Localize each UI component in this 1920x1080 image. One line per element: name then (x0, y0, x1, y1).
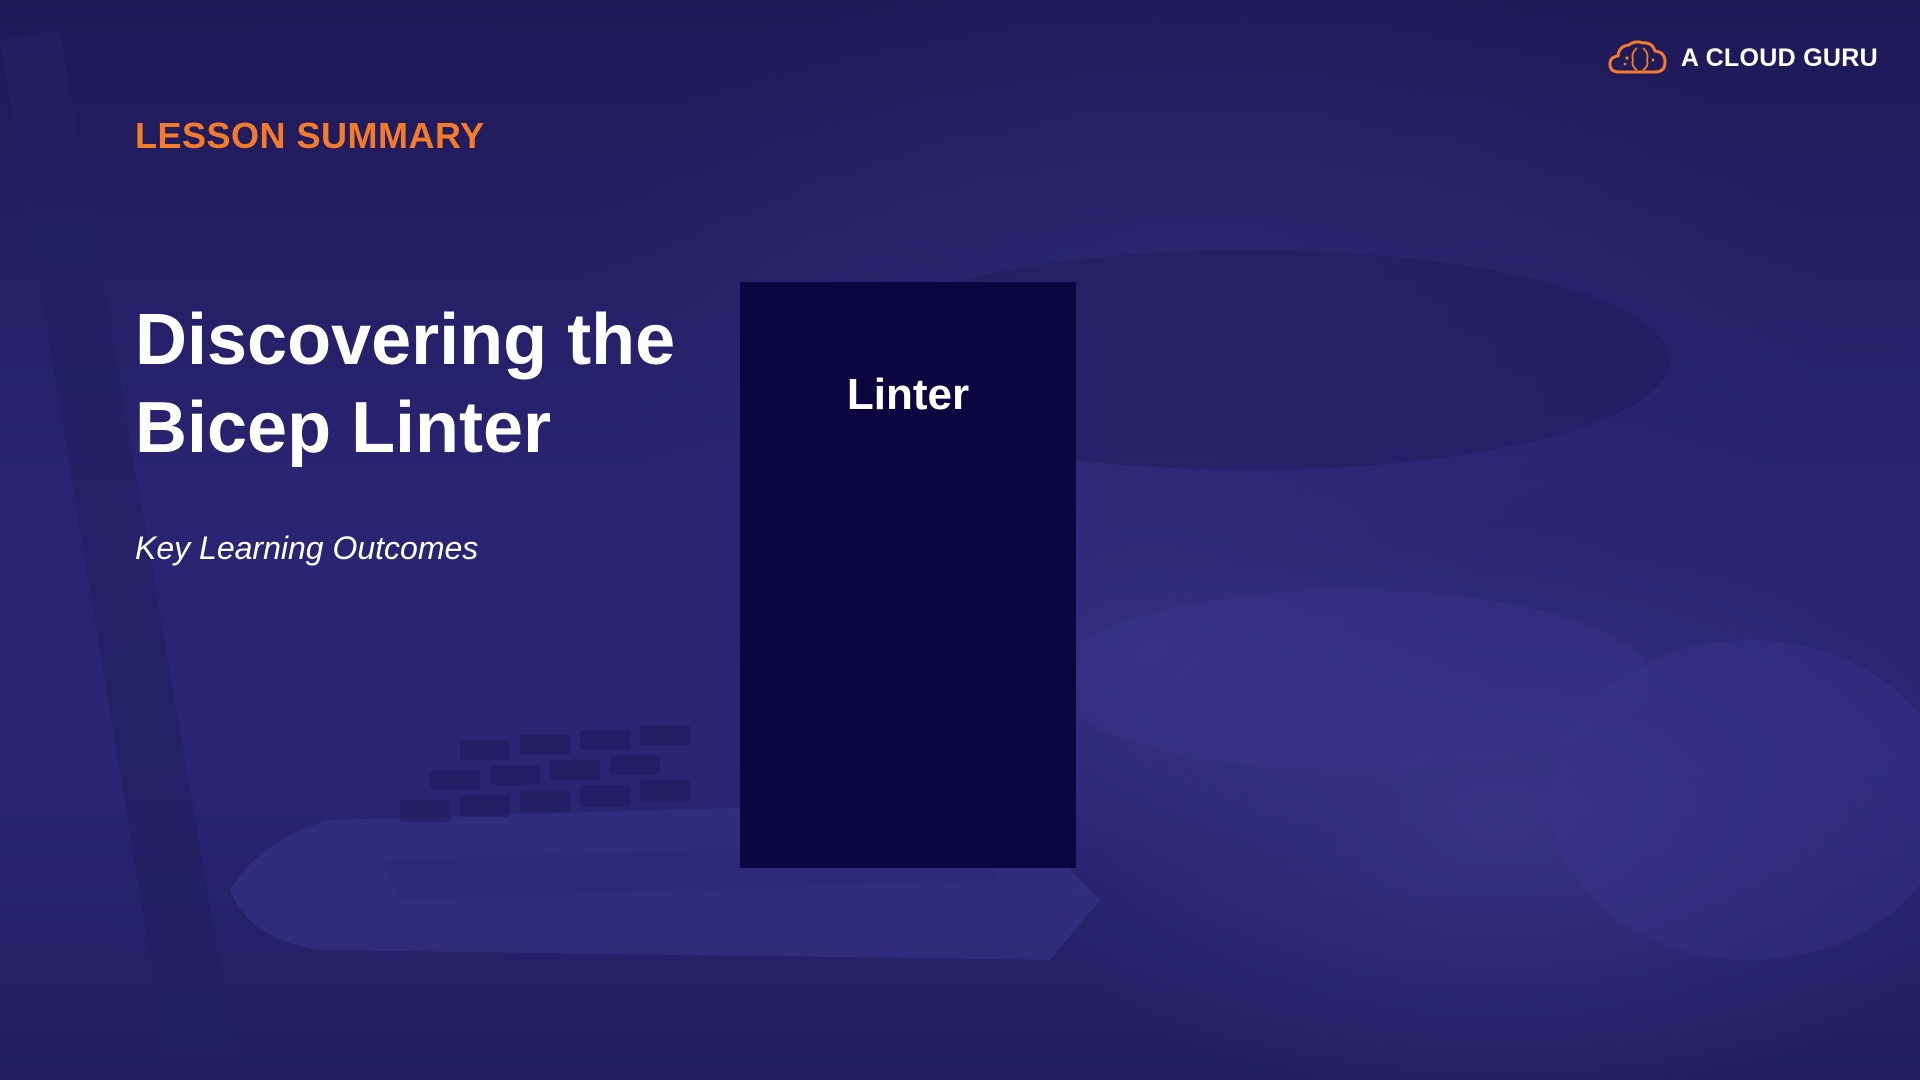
lesson-summary-heading: LESSON SUMMARY (135, 115, 485, 156)
slide-title-line-1: Discovering the (135, 300, 676, 380)
brand-header: A CLOUD GURU (1607, 38, 1878, 78)
brand-name: A CLOUD GURU (1680, 43, 1878, 72)
slide-title: Discovering the Bicep Linter (135, 296, 735, 472)
slide-title-line-2: Bicep Linter (135, 388, 552, 468)
slide-subtitle: Key Learning Outcomes (135, 530, 479, 566)
summary-card-title: Linter (846, 370, 970, 419)
cloud-brain-icon (1608, 40, 1667, 74)
lesson-summary-slide: A CLOUD GURU LESSON SUMMARY Discovering … (0, 0, 1920, 1080)
summary-card: Linter (740, 282, 1076, 868)
